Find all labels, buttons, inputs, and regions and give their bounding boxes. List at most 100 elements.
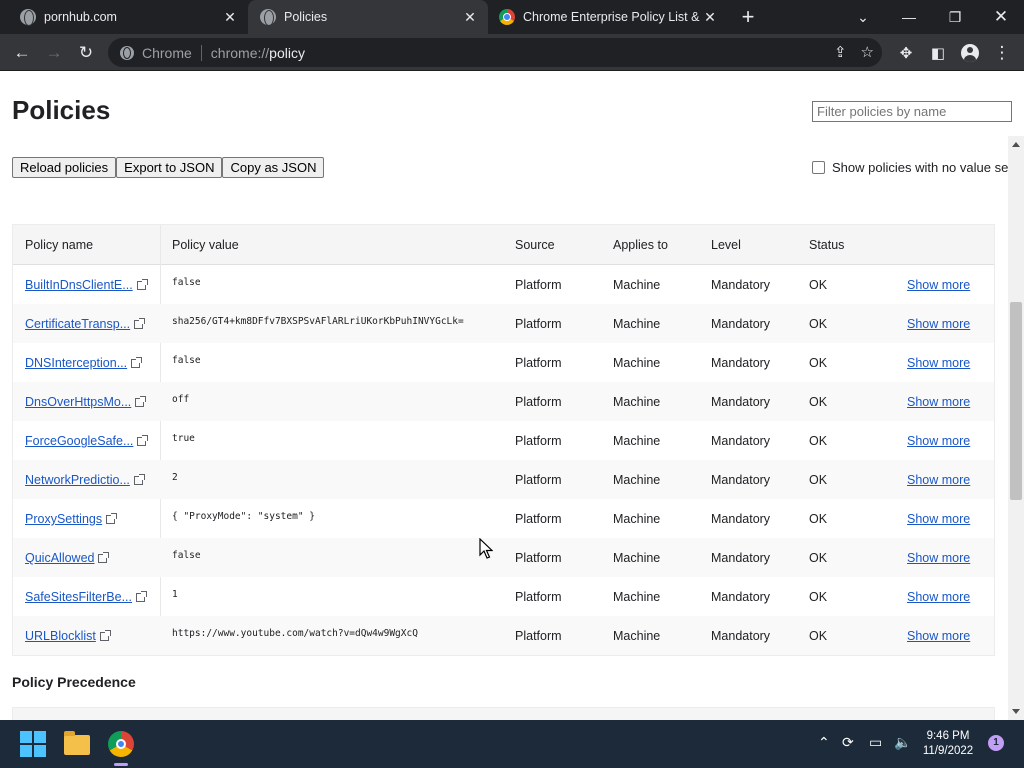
show-more-link[interactable]: Show more <box>907 590 970 604</box>
cell-policy-value: https://www.youtube.com/watch?v=dQw4w9Wg… <box>172 628 418 639</box>
cell-applies-to: Machine <box>613 395 661 409</box>
external-link-icon[interactable] <box>136 279 148 290</box>
tab-pornhub[interactable]: pornhub.com ✕ <box>0 0 248 34</box>
copy-json-button[interactable]: Copy as JSON <box>222 157 325 178</box>
tab-search-icon[interactable]: ⌄ <box>840 0 886 34</box>
external-link-icon[interactable] <box>134 318 146 329</box>
scroll-down-icon[interactable] <box>1012 709 1020 714</box>
extensions-icon[interactable]: ✥ <box>892 39 920 67</box>
reload-policies-button[interactable]: Reload policies <box>12 157 117 178</box>
policy-name-link[interactable]: SafeSitesFilterBe... <box>25 590 147 604</box>
tab-strip: pornhub.com ✕ Policies ✕ Chrome Enterpri… <box>0 0 1024 34</box>
show-no-value-toggle[interactable]: Show policies with no value set <box>812 160 1012 175</box>
tab-policies[interactable]: Policies ✕ <box>248 0 488 34</box>
policy-name-link[interactable]: CertificateTransp... <box>25 317 146 331</box>
policy-name-text: CertificateTransp... <box>25 317 131 331</box>
windows-start-icon[interactable] <box>20 731 46 757</box>
cell-level: Mandatory <box>711 278 771 292</box>
cell-status: OK <box>809 512 828 526</box>
bookmark-star-icon[interactable]: ☆ <box>861 43 874 61</box>
url-text[interactable]: chrome://policy <box>211 45 305 61</box>
policy-name-link[interactable]: DNSInterception... <box>25 356 143 370</box>
cell-applies-to: Machine <box>613 356 661 370</box>
chrome-taskbar-icon[interactable] <box>108 731 134 757</box>
network-icon[interactable]: ▭ <box>869 734 882 751</box>
policy-name-link[interactable]: URLBlocklist <box>25 629 111 643</box>
site-info-icon[interactable] <box>120 45 134 60</box>
show-no-value-checkbox[interactable] <box>812 161 825 174</box>
filter-input[interactable] <box>812 101 1012 122</box>
show-more-link[interactable]: Show more <box>907 473 970 487</box>
file-explorer-icon[interactable] <box>64 731 90 755</box>
side-panel-icon[interactable]: ◧ <box>924 39 952 67</box>
forward-button[interactable]: → <box>40 39 68 67</box>
policy-name-link[interactable]: NetworkPredictio... <box>25 473 145 487</box>
cell-status: OK <box>809 590 828 604</box>
policy-name-text: ProxySettings <box>25 512 103 526</box>
policy-name-text: DnsOverHttpsMo... <box>25 395 132 409</box>
globe-icon <box>20 9 36 26</box>
external-link-icon[interactable] <box>135 396 147 407</box>
chevron-up-icon[interactable]: ⌃ <box>818 734 830 751</box>
cell-level: Mandatory <box>711 629 771 643</box>
omnibox-divider <box>200 44 202 61</box>
show-more-link[interactable]: Show more <box>907 434 970 448</box>
system-clock[interactable]: 9:46 PM 11/9/2022 <box>918 729 978 759</box>
external-link-icon[interactable] <box>131 357 143 368</box>
cell-policy-value: sha256/GT4+km8DFfv7BXSPSvAFlARLriUKorKbP… <box>172 316 464 327</box>
external-link-icon[interactable] <box>133 474 145 485</box>
cell-level: Mandatory <box>711 551 771 565</box>
external-link-icon[interactable] <box>106 513 118 524</box>
menu-icon[interactable]: ⋮ <box>988 39 1016 67</box>
page-scrollbar[interactable] <box>1008 136 1024 720</box>
table-row: ForceGoogleSafe... true Platform Machine Man… <box>13 421 994 460</box>
close-icon[interactable]: ✕ <box>460 9 480 26</box>
cell-level: Mandatory <box>711 512 771 526</box>
chrome-icon <box>499 9 515 25</box>
policy-table: Policy name Policy value Source Applies … <box>12 224 995 656</box>
show-more-link[interactable]: Show more <box>907 512 970 526</box>
tab-chrome-enterprise[interactable]: Chrome Enterprise Policy List & M ✕ <box>488 0 728 34</box>
external-link-icon[interactable] <box>137 435 149 446</box>
show-more-link[interactable]: Show more <box>907 278 970 292</box>
policy-name-link[interactable]: ProxySettings <box>25 512 118 526</box>
show-more-link[interactable]: Show more <box>907 395 970 409</box>
show-more-link[interactable]: Show more <box>907 551 970 565</box>
policy-name-link[interactable]: QuicAllowed <box>25 551 110 565</box>
external-link-icon[interactable] <box>99 630 111 641</box>
table-row: NetworkPredictio... 2 Platform Machine Manda… <box>13 460 994 499</box>
external-link-icon[interactable] <box>98 552 110 563</box>
scroll-thumb[interactable] <box>1010 302 1022 500</box>
notification-badge[interactable]: 1 <box>988 735 1004 751</box>
new-tab-button[interactable]: + <box>736 4 760 30</box>
clock-date: 11/9/2022 <box>922 745 974 757</box>
cell-source: Platform <box>515 473 562 487</box>
show-more-link[interactable]: Show more <box>907 317 970 331</box>
external-link-icon[interactable] <box>136 591 147 602</box>
sync-icon[interactable]: ⟳ <box>842 734 854 751</box>
restore-button[interactable]: ❐ <box>932 0 978 34</box>
profile-button[interactable] <box>956 39 984 67</box>
policy-name-text: URLBlocklist <box>25 629 96 643</box>
reload-icon[interactable]: ↻ <box>72 39 100 67</box>
back-button[interactable]: ← <box>8 39 36 67</box>
cell-source: Platform <box>515 512 562 526</box>
cell-applies-to: Machine <box>613 278 661 292</box>
table-row: DnsOverHttpsMo... off Platform Machine Manda… <box>13 382 994 421</box>
export-json-button[interactable]: Export to JSON <box>116 157 223 178</box>
close-window-button[interactable]: ✕ <box>978 0 1024 34</box>
cell-status: OK <box>809 473 828 487</box>
address-bar[interactable]: Chrome chrome://policy ⇪ ☆ <box>108 38 882 67</box>
policy-name-link[interactable]: BuiltInDnsClientE... <box>25 278 148 292</box>
volume-icon[interactable]: 🔈 <box>894 734 911 751</box>
minimize-button[interactable]: — <box>886 0 932 34</box>
show-more-link[interactable]: Show more <box>907 629 970 643</box>
close-icon[interactable]: ✕ <box>220 9 240 26</box>
scroll-up-icon[interactable] <box>1012 142 1020 147</box>
cell-level: Mandatory <box>711 395 771 409</box>
close-icon[interactable]: ✕ <box>700 9 720 26</box>
policy-name-link[interactable]: ForceGoogleSafe... <box>25 434 149 448</box>
share-icon[interactable]: ⇪ <box>834 43 847 61</box>
policy-name-link[interactable]: DnsOverHttpsMo... <box>25 395 147 409</box>
show-more-link[interactable]: Show more <box>907 356 970 370</box>
